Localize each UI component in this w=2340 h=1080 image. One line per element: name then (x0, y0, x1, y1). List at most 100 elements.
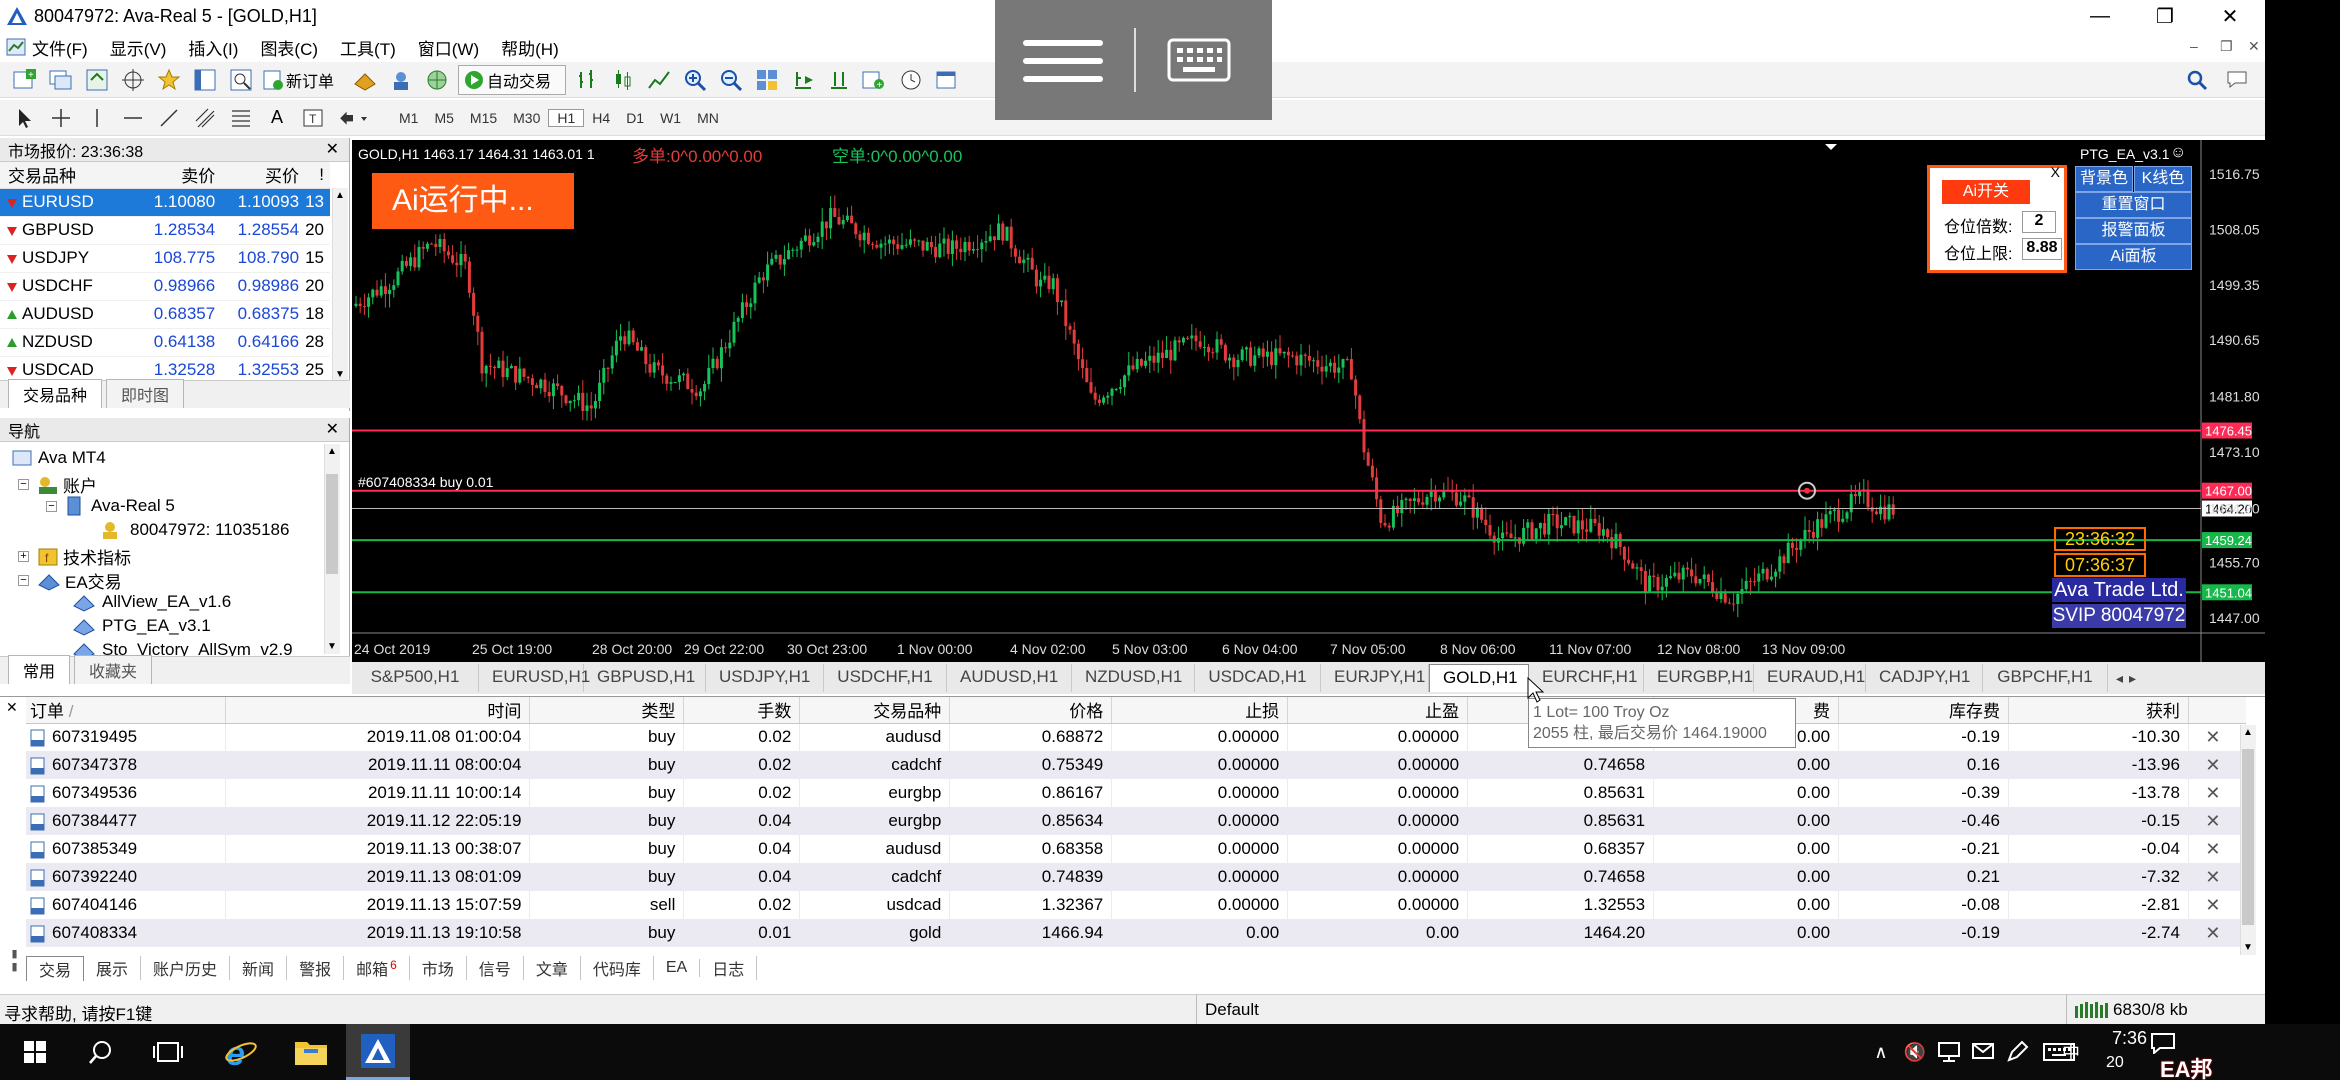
terminal-tab[interactable]: 新闻 (230, 956, 288, 980)
terminal-tab[interactable]: 日志 (700, 956, 758, 980)
mw-scrollbar[interactable]: ▲ ▼ (332, 188, 348, 382)
close-order-button[interactable]: ✕ (2188, 723, 2247, 751)
tree-accounts[interactable]: − 账户 (18, 472, 97, 497)
col-profit[interactable]: 获利 (2008, 697, 2189, 724)
candle-chart-button[interactable] (608, 65, 638, 95)
close-order-button[interactable]: ✕ (2188, 863, 2247, 891)
vertical-line-tool[interactable] (82, 103, 112, 133)
menu-help[interactable]: 帮助(H) (501, 35, 559, 60)
chart-tab[interactable]: EURUSD,H1 (479, 664, 590, 692)
chart-window-icon[interactable] (6, 37, 26, 57)
mdi-close-icon[interactable]: ✕ (2248, 38, 2260, 55)
mw-col-symbol[interactable]: 交易品种 (0, 162, 138, 189)
candle-color-button[interactable]: K线色 (2134, 166, 2192, 192)
mt4-taskbar-button[interactable] (346, 1024, 410, 1080)
chart-tab[interactable]: EURGBP,H1 (1644, 664, 1754, 692)
tab-tick-chart[interactable]: 即时图 (106, 379, 185, 408)
explorer-taskbar-button[interactable] (283, 1024, 339, 1080)
tf-m15[interactable]: M15 (462, 110, 505, 126)
mw-row[interactable]: AUDUSD 0.68357 0.68375 18 (0, 300, 330, 329)
templates-button[interactable] (932, 65, 962, 95)
periods-button[interactable] (896, 65, 926, 95)
tf-w1[interactable]: W1 (652, 110, 689, 126)
close-order-button[interactable]: ✕ (2188, 807, 2247, 835)
col-time[interactable]: 时间 (225, 697, 531, 724)
chart-tab[interactable]: EURAUD,H1 (1754, 664, 1866, 692)
chart-tab[interactable]: CADJPY,H1 (1866, 664, 1983, 692)
close-order-button[interactable]: ✕ (2188, 835, 2247, 863)
tree-experts[interactable]: − EA交易 (18, 568, 122, 593)
close-order-button[interactable]: ✕ (2188, 891, 2247, 919)
menu-window[interactable]: 窗口(W) (418, 35, 479, 60)
restore-button[interactable]: ❐ (2135, 0, 2195, 32)
new-order-button[interactable]: 新订单 (262, 65, 344, 95)
chart-tab[interactable]: S&P500,H1 (352, 664, 479, 692)
keyboard-overlay-button[interactable] (1167, 38, 1231, 87)
tree-root[interactable]: Ava MT4 (12, 448, 106, 468)
terminal-scrollbar[interactable]: ▲ ▼ (2240, 725, 2256, 955)
data-window-toggle[interactable] (118, 65, 148, 95)
reset-window-button[interactable]: 重置窗口 (2075, 192, 2192, 218)
navigator-toggle[interactable] (154, 65, 184, 95)
tf-m30[interactable]: M30 (505, 110, 548, 126)
mw-col-bid[interactable]: 卖价 (137, 162, 222, 189)
tab-symbols[interactable]: 交易品种 (8, 379, 103, 408)
market-watch-close-icon[interactable]: ✕ (326, 139, 339, 159)
market-watch-toggle[interactable] (82, 65, 112, 95)
alert-panel-button[interactable]: 报警面板 (2075, 218, 2192, 244)
mw-row[interactable]: GBPUSD 1.28534 1.28554 20 (0, 216, 330, 245)
col-sl[interactable]: 止损 (1111, 697, 1289, 724)
strategy-tester-toggle[interactable] (226, 65, 256, 95)
navigator-scrollbar[interactable]: ▲ ▼ (324, 444, 340, 654)
mw-row[interactable]: USDJPY 108.775 108.790 15 (0, 244, 330, 273)
close-button[interactable]: ✕ (2200, 0, 2260, 32)
chart-tab[interactable]: USDCHF,H1 (824, 664, 947, 692)
terminal-toggle[interactable] (190, 65, 220, 95)
chart-tab[interactable]: AUDUSD,H1 (947, 664, 1072, 692)
arrows-tool[interactable] (334, 103, 374, 133)
tabs-left-arrow-icon[interactable]: ◂ (2116, 670, 2123, 687)
indicators-button[interactable]: + (860, 65, 890, 95)
zoom-in-button[interactable] (680, 65, 710, 95)
start-button[interactable] (10, 1024, 60, 1080)
chat-button[interactable] (2225, 68, 2253, 97)
clock-date[interactable]: 20 (2106, 1054, 2124, 1072)
crosshair-tool[interactable] (46, 103, 76, 133)
network-icon[interactable] (1934, 1024, 1964, 1080)
mw-col-spread[interactable]: ! (305, 162, 330, 189)
close-order-button[interactable]: ✕ (2188, 751, 2247, 779)
new-chart-button[interactable]: + (10, 65, 40, 95)
tf-mn[interactable]: MN (689, 110, 727, 126)
trade-row[interactable]: 607392240 2019.11.13 08:01:09 buy 0.04 cadch… (26, 863, 2247, 891)
ime-indicator[interactable]: 中 (2056, 1024, 2086, 1080)
tree-account[interactable]: 80047972: 11035186 (100, 520, 289, 540)
market-button[interactable] (422, 65, 452, 95)
collapse-icon[interactable]: − (46, 500, 57, 512)
chart-tab[interactable]: EURJPY,H1 (1321, 664, 1429, 692)
trade-row[interactable]: 607408334 2019.11.13 19:10:58 buy 0.01 gold 1… (26, 919, 2247, 947)
trade-row[interactable]: 607319495 2019.11.08 01:00:04 buy 0.02 audus… (26, 723, 2247, 751)
ai-switch-button[interactable]: Ai开关 (1942, 180, 2030, 204)
ie-taskbar-button[interactable]: e (213, 1024, 269, 1080)
expand-icon[interactable]: + (18, 551, 29, 562)
mw-col-ask[interactable]: 买价 (221, 162, 306, 189)
menu-charts[interactable]: 图表(C) (260, 35, 318, 60)
line-chart-button[interactable] (644, 65, 674, 95)
minimize-button[interactable]: — (2070, 0, 2130, 32)
terminal-tab[interactable]: 账户历史 (141, 956, 231, 980)
chart-tab[interactable]: GOLD,H1 (1429, 664, 1529, 692)
fibonacci-tool[interactable] (226, 103, 256, 133)
trade-row[interactable]: 607385349 2019.11.13 00:38:07 buy 0.04 audus… (26, 835, 2247, 863)
navigator-close-icon[interactable]: ✕ (326, 419, 339, 439)
chart-tab[interactable]: GBPCHF,H1 (1983, 664, 2108, 692)
text-tool[interactable]: A (262, 103, 292, 133)
tf-h4[interactable]: H4 (584, 110, 618, 126)
col-type[interactable]: 类型 (529, 697, 685, 724)
message-icon[interactable] (1968, 1024, 1998, 1080)
volume-icon[interactable]: 🔇 (1900, 1024, 1930, 1080)
clock-time[interactable]: 7:36 (2112, 1028, 2147, 1049)
mw-row[interactable]: NZDUSD 0.64138 0.64166 28 (0, 328, 330, 357)
terminal-tab[interactable]: 邮箱 6 (344, 956, 410, 980)
col-lots[interactable]: 手数 (683, 697, 801, 724)
menu-file[interactable]: 文件(F) (32, 35, 88, 60)
